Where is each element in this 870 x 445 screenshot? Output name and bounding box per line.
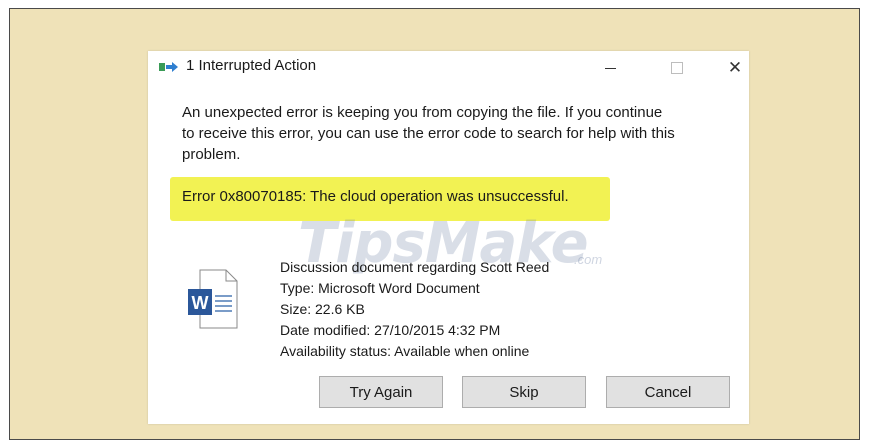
message-line-3: problem. (182, 146, 241, 163)
title-bar: 1 Interrupted Action ✕ (148, 51, 749, 85)
error-code-text: Error 0x80070185: The cloud operation wa… (182, 188, 569, 205)
minimize-button[interactable] (590, 53, 630, 83)
file-transfer-icon (159, 62, 178, 72)
file-date-modified: Date modified: 27/10/2015 4:32 PM (280, 322, 501, 338)
word-letter: W (192, 293, 209, 313)
watermark-suffix: .com (574, 252, 603, 267)
file-availability: Availability status: Available when onli… (280, 343, 530, 359)
skip-button[interactable]: Skip (462, 376, 586, 408)
cancel-button[interactable]: Cancel (606, 376, 730, 408)
maximize-icon (671, 62, 683, 74)
interrupted-action-dialog: 1 Interrupted Action ✕ An unexpected err… (148, 51, 749, 424)
word-document-icon: W (188, 269, 238, 329)
try-again-button[interactable]: Try Again (319, 376, 443, 408)
message-line-2: to receive this error, you can use the e… (182, 125, 675, 142)
file-name: Discussion document regarding Scott Reed (280, 259, 550, 275)
file-type: Type: Microsoft Word Document (280, 280, 480, 296)
maximize-button[interactable] (657, 53, 697, 83)
close-button[interactable]: ✕ (720, 53, 750, 83)
background-frame: 1 Interrupted Action ✕ An unexpected err… (9, 8, 860, 440)
file-size: Size: 22.6 KB (280, 301, 365, 317)
close-icon: ✕ (727, 58, 743, 78)
minimize-icon (604, 67, 616, 69)
error-message: An unexpected error is keeping you from … (182, 102, 742, 165)
window-title: 1 Interrupted Action (186, 57, 317, 74)
message-line-1: An unexpected error is keeping you from … (182, 104, 663, 121)
file-details: Discussion document regarding Scott Reed… (280, 257, 549, 362)
